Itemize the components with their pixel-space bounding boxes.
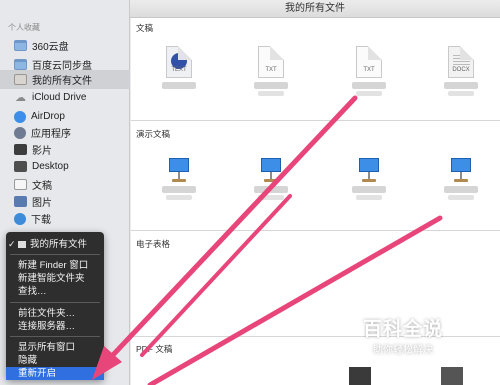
file-name-label: [254, 82, 288, 89]
sidebar-item-downloads[interactable]: 下载: [0, 209, 130, 228]
sidebar-item-label: Desktop: [32, 161, 69, 172]
file-name-label: [162, 186, 196, 193]
sidebar-item-label: 360云盘: [32, 42, 69, 53]
section-divider: [131, 230, 500, 231]
all-files-icon: [14, 74, 27, 85]
window-icon: [18, 240, 26, 248]
file-item[interactable]: [339, 158, 399, 200]
watermark-subtitle: 助你轻松解决: [373, 345, 433, 356]
sidebar-item-all-my-files[interactable]: 我的所有文件: [0, 70, 130, 89]
dock-context-menu: 我的所有文件 新建 Finder 窗口 新建智能文件夹 查找… 前往文件夹… 连…: [6, 232, 104, 380]
file-name-label: [448, 91, 474, 96]
file-name-label: [444, 82, 478, 89]
sidebar-item-label: 下载: [31, 215, 51, 226]
file-name-label: [258, 195, 284, 200]
file-name-label: [254, 186, 288, 193]
keynote-icon: [449, 158, 473, 182]
menu-separator: [10, 336, 100, 337]
file-name-label: [258, 91, 284, 96]
sidebar-item-label: iCloud Drive: [32, 92, 87, 103]
sidebar-item-label: 影片: [32, 146, 52, 157]
section-title-documents: 文稿: [136, 23, 154, 33]
documents-icon: [14, 179, 27, 190]
file-name-label: [162, 82, 196, 89]
file-name-label: [352, 82, 386, 89]
menu-item-relaunch[interactable]: 重新开启: [6, 367, 104, 380]
pdf-thumbnail[interactable]: [349, 367, 371, 385]
movies-icon: [14, 144, 27, 155]
sidebar-item-label: 我的所有文件: [32, 76, 92, 87]
sidebar-item-label: AirDrop: [31, 111, 65, 122]
cloud-icon: ☁: [15, 92, 26, 104]
section-title-presentations: 演示文稿: [136, 129, 171, 139]
menu-item-show-all-windows[interactable]: 显示所有窗口: [6, 341, 104, 354]
sidebar-heading-favorites: 个人收藏: [8, 23, 40, 32]
pictures-icon: [14, 196, 27, 207]
menu-item-find[interactable]: 查找…: [6, 285, 104, 298]
docx-document-icon: DOCX: [448, 46, 474, 78]
section-divider: [131, 120, 500, 121]
keynote-icon: [167, 158, 191, 182]
file-item[interactable]: [431, 158, 491, 200]
keynote-icon: [357, 158, 381, 182]
file-name-label: [356, 91, 382, 96]
folder-icon: [14, 59, 27, 70]
menu-item-connect-server[interactable]: 连接服务器…: [6, 320, 104, 333]
window-title: 我的所有文件: [130, 0, 500, 18]
menu-item-hide[interactable]: 隐藏: [6, 354, 104, 367]
sidebar-item-label: 文稿: [32, 181, 52, 192]
sidebar-item-desktop[interactable]: Desktop: [0, 157, 130, 176]
file-item[interactable]: [149, 158, 209, 200]
file-item[interactable]: [241, 158, 301, 200]
file-name-label: [356, 195, 382, 200]
file-item[interactable]: TXT: [339, 46, 399, 96]
file-name-label: [166, 195, 192, 200]
applications-icon: [14, 126, 26, 139]
desktop-icon: [14, 161, 27, 172]
file-item[interactable]: DOCX: [431, 46, 491, 96]
menu-item-go-to-folder[interactable]: 前往文件夹…: [6, 307, 104, 320]
sidebar-item-icloud-drive[interactable]: ☁ iCloud Drive: [0, 88, 130, 107]
file-name-label: [352, 186, 386, 193]
file-item[interactable]: TEXT: [149, 46, 209, 89]
menu-item-all-my-files[interactable]: 我的所有文件: [6, 238, 104, 251]
text-document-icon: TXT: [356, 46, 382, 78]
airdrop-icon: [14, 110, 26, 123]
menu-item-new-smart-folder[interactable]: 新建智能文件夹: [6, 272, 104, 285]
menu-separator: [10, 302, 100, 303]
downloads-icon: [14, 212, 26, 225]
site-watermark: 百科全说 助你轻松解决: [338, 314, 468, 356]
section-title-spreadsheets: 电子表格: [136, 239, 171, 249]
pages-document-icon: TEXT: [166, 46, 192, 78]
section-title-pdf: PDF 文稿: [136, 344, 173, 354]
file-name-label: [448, 195, 474, 200]
file-item[interactable]: TXT: [241, 46, 301, 96]
menu-item-new-finder-window[interactable]: 新建 Finder 窗口: [6, 259, 104, 272]
sidebar-item-360-cloud[interactable]: 360云盘: [0, 36, 130, 55]
watermark-title: 百科全说: [362, 319, 443, 340]
keynote-icon: [259, 158, 283, 182]
pdf-thumbnail[interactable]: [441, 367, 463, 385]
sidebar-item-label: 图片: [32, 198, 52, 209]
file-name-label: [444, 186, 478, 193]
folder-icon: [14, 40, 27, 51]
menu-separator: [10, 254, 100, 255]
text-document-icon: TXT: [258, 46, 284, 78]
sidebar-item-label: 应用程序: [31, 129, 71, 140]
